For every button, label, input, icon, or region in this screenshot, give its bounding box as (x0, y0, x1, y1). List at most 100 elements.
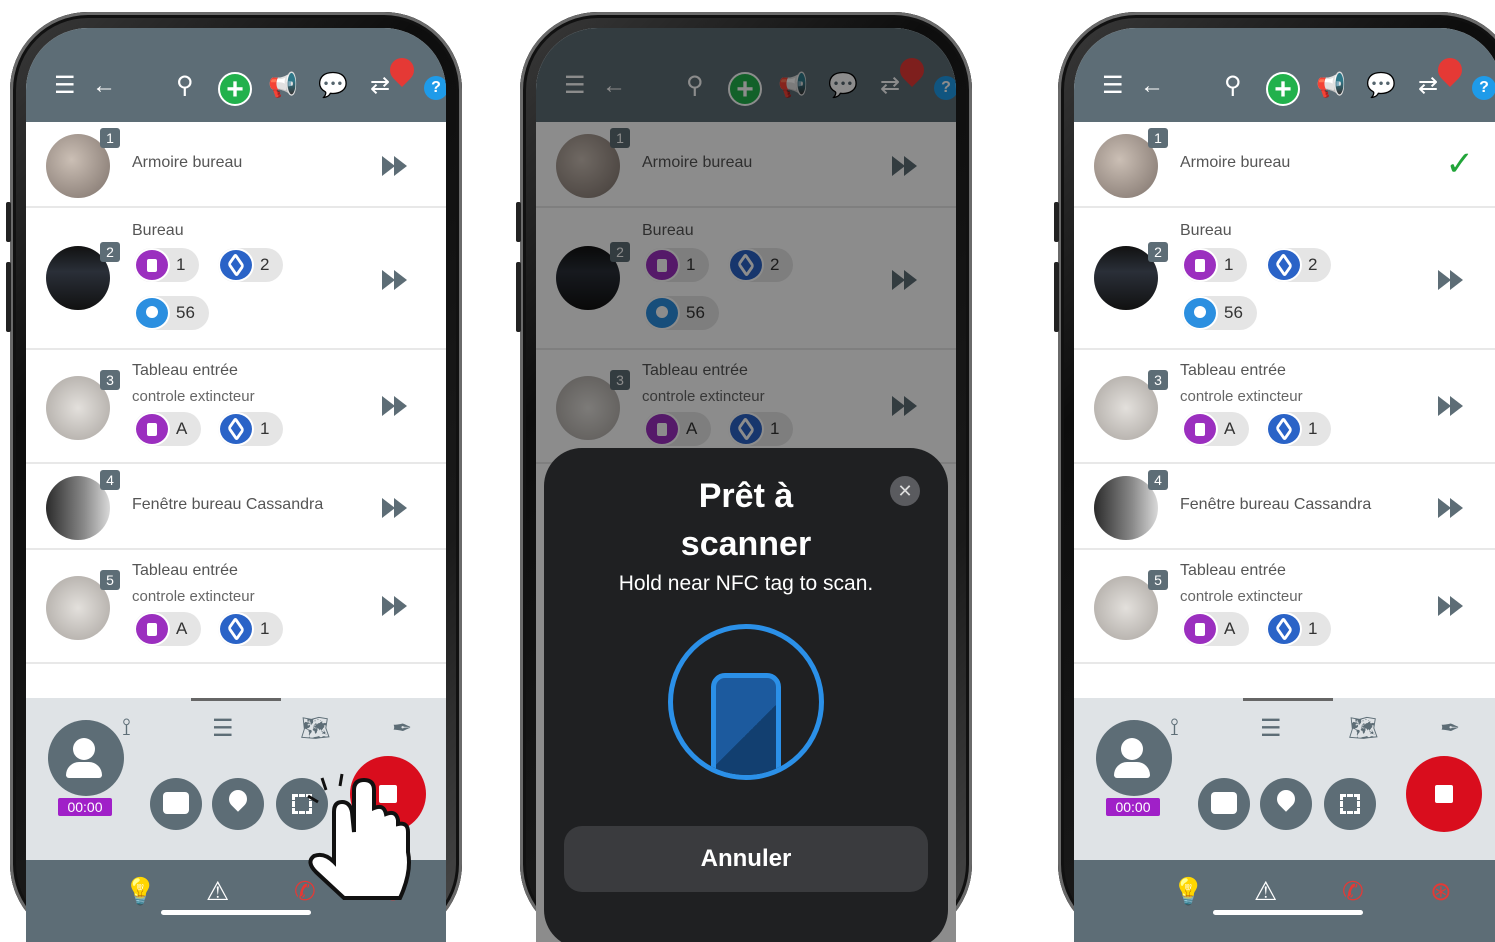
play-next-icon[interactable] (382, 270, 410, 290)
key-icon (134, 296, 170, 330)
app-screen: ☰ ← ⚲ + 📢 💬 ⇄ ? 1 Armoire bureau 2 Burea… (536, 28, 956, 942)
bottom-panel: ⟟ ☰ 🗺 ✒ 00:00 (1074, 698, 1495, 860)
add-icon[interactable]: + (218, 72, 252, 106)
chat-icon[interactable]: 💬 (318, 74, 348, 98)
map-icon[interactable]: 🗺 (1348, 714, 1378, 743)
pen-icon[interactable]: ✒ (392, 714, 412, 743)
check-icon: ✓ (1445, 145, 1475, 183)
search-icon[interactable]: ⚲ (176, 74, 194, 98)
close-icon[interactable]: ✕ (890, 476, 920, 506)
warning-icon[interactable]: ⚠ (206, 876, 229, 907)
item-title: Bureau (132, 222, 184, 239)
floor-chip: 1 (218, 412, 284, 446)
scan-button[interactable] (1324, 778, 1376, 830)
tap-hand-icon (307, 773, 411, 900)
location-button[interactable] (212, 778, 264, 830)
numbered-list-icon[interactable]: ☰ (212, 714, 234, 743)
stop-icon (1435, 785, 1453, 803)
list-item[interactable]: 3 Tableau entrée controle extincteur A 1 (26, 350, 446, 464)
item-number: 2 (100, 242, 120, 262)
layers-icon (218, 612, 254, 646)
menu-icon[interactable]: ☰ (1102, 74, 1124, 98)
floor-chip: 2 (218, 248, 284, 282)
list-item[interactable]: 2 Bureau 1 2 56 (26, 208, 446, 350)
top-toolbar: ☰ ← ⚲ + 📢 💬 ⇄ ? (1074, 28, 1495, 122)
layers-icon (1266, 612, 1302, 646)
location-icon (1273, 786, 1299, 812)
item-subtitle: controle extincteur (132, 588, 255, 605)
building-icon (1182, 248, 1218, 282)
list-item[interactable]: 5 Tableau entrée controle extincteur A 1 (26, 550, 446, 664)
key-chip: 56 (134, 296, 209, 330)
back-icon[interactable]: ← (92, 74, 116, 98)
play-next-icon[interactable] (382, 156, 410, 176)
home-indicator (161, 910, 311, 915)
message-button[interactable] (150, 778, 202, 830)
item-number: 4 (1148, 470, 1168, 490)
list-item[interactable]: 4 Fenêtre bureau Cassandra (26, 464, 446, 550)
location-button[interactable] (1260, 778, 1312, 830)
help-icon[interactable]: ? (1472, 76, 1495, 100)
item-title: Armoire bureau (1180, 154, 1291, 171)
item-number: 3 (1148, 370, 1168, 390)
search-icon[interactable]: ⚲ (1224, 74, 1242, 98)
lightbulb-icon[interactable]: 💡 (1172, 876, 1204, 907)
location-icon (225, 786, 251, 812)
timer: 00:00 (58, 798, 112, 816)
notification-pin-icon (1433, 53, 1467, 87)
megaphone-icon[interactable]: 📢 (268, 74, 298, 98)
home-indicator (1213, 910, 1363, 915)
play-next-icon[interactable] (1438, 498, 1466, 518)
list-item[interactable]: 5 Tableau entrée controle extincteur A 1 (1074, 550, 1495, 664)
list-item[interactable]: 1 Armoire bureau ✓ (1074, 122, 1495, 208)
floor-chip: 1 (1266, 412, 1332, 446)
megaphone-icon[interactable]: 📢 (1316, 74, 1346, 98)
building-chip: 1 (134, 248, 200, 282)
lightbulb-icon[interactable]: 💡 (124, 876, 156, 907)
item-title: Bureau (1180, 222, 1232, 239)
list-item[interactable]: 3 Tableau entrée controle extincteur A 1 (1074, 350, 1495, 464)
item-title: Tableau entrée (132, 562, 238, 579)
bottom-navbar: 💡 ⚠ ✆ ⊛ (1074, 860, 1495, 942)
play-next-icon[interactable] (382, 596, 410, 616)
chat-icon[interactable]: 💬 (1366, 74, 1396, 98)
cancel-button[interactable]: Annuler (564, 826, 928, 892)
route-icon[interactable]: ⟟ (122, 714, 131, 742)
list-item[interactable]: 4 Fenêtre bureau Cassandra (1074, 464, 1495, 550)
timer: 00:00 (1106, 798, 1160, 816)
drag-handle[interactable] (1243, 698, 1333, 701)
list-item[interactable]: 1 Armoire bureau (26, 122, 446, 208)
phone-icon[interactable]: ✆ (1342, 876, 1364, 907)
help-icon[interactable]: ? (424, 76, 446, 100)
play-next-icon[interactable] (1438, 270, 1466, 290)
sync-icon[interactable]: ⇄ (370, 74, 390, 98)
add-icon[interactable]: + (1266, 72, 1300, 106)
layers-icon (1266, 412, 1302, 446)
numbered-list-icon[interactable]: ☰ (1260, 714, 1282, 743)
back-icon[interactable]: ← (1140, 74, 1164, 98)
list-item[interactable]: 2 Bureau 1 2 56 (1074, 208, 1495, 350)
play-next-icon[interactable] (382, 498, 410, 518)
building-chip: A (134, 412, 202, 446)
user-avatar-button[interactable] (48, 720, 124, 796)
notification-pin-icon (385, 53, 419, 87)
message-icon (163, 792, 189, 814)
play-next-icon[interactable] (1438, 396, 1466, 416)
pen-icon[interactable]: ✒ (1440, 714, 1460, 743)
route-icon[interactable]: ⟟ (1170, 714, 1179, 742)
drag-handle[interactable] (191, 698, 281, 701)
sync-icon[interactable]: ⇄ (1418, 74, 1438, 98)
message-icon (1211, 792, 1237, 814)
message-button[interactable] (1198, 778, 1250, 830)
menu-icon[interactable]: ☰ (54, 74, 76, 98)
map-icon[interactable]: 🗺 (300, 714, 330, 743)
user-avatar-button[interactable] (1096, 720, 1172, 796)
play-next-icon[interactable] (1438, 596, 1466, 616)
warning-icon[interactable]: ⚠ (1254, 876, 1277, 907)
play-next-icon[interactable] (382, 396, 410, 416)
building-chip: A (1182, 612, 1250, 646)
lifebuoy-icon[interactable]: ⊛ (1430, 876, 1452, 907)
floor-chip: 1 (218, 612, 284, 646)
stop-button[interactable] (1406, 756, 1482, 832)
sheet-subtitle: Hold near NFC tag to scan. (618, 572, 874, 595)
